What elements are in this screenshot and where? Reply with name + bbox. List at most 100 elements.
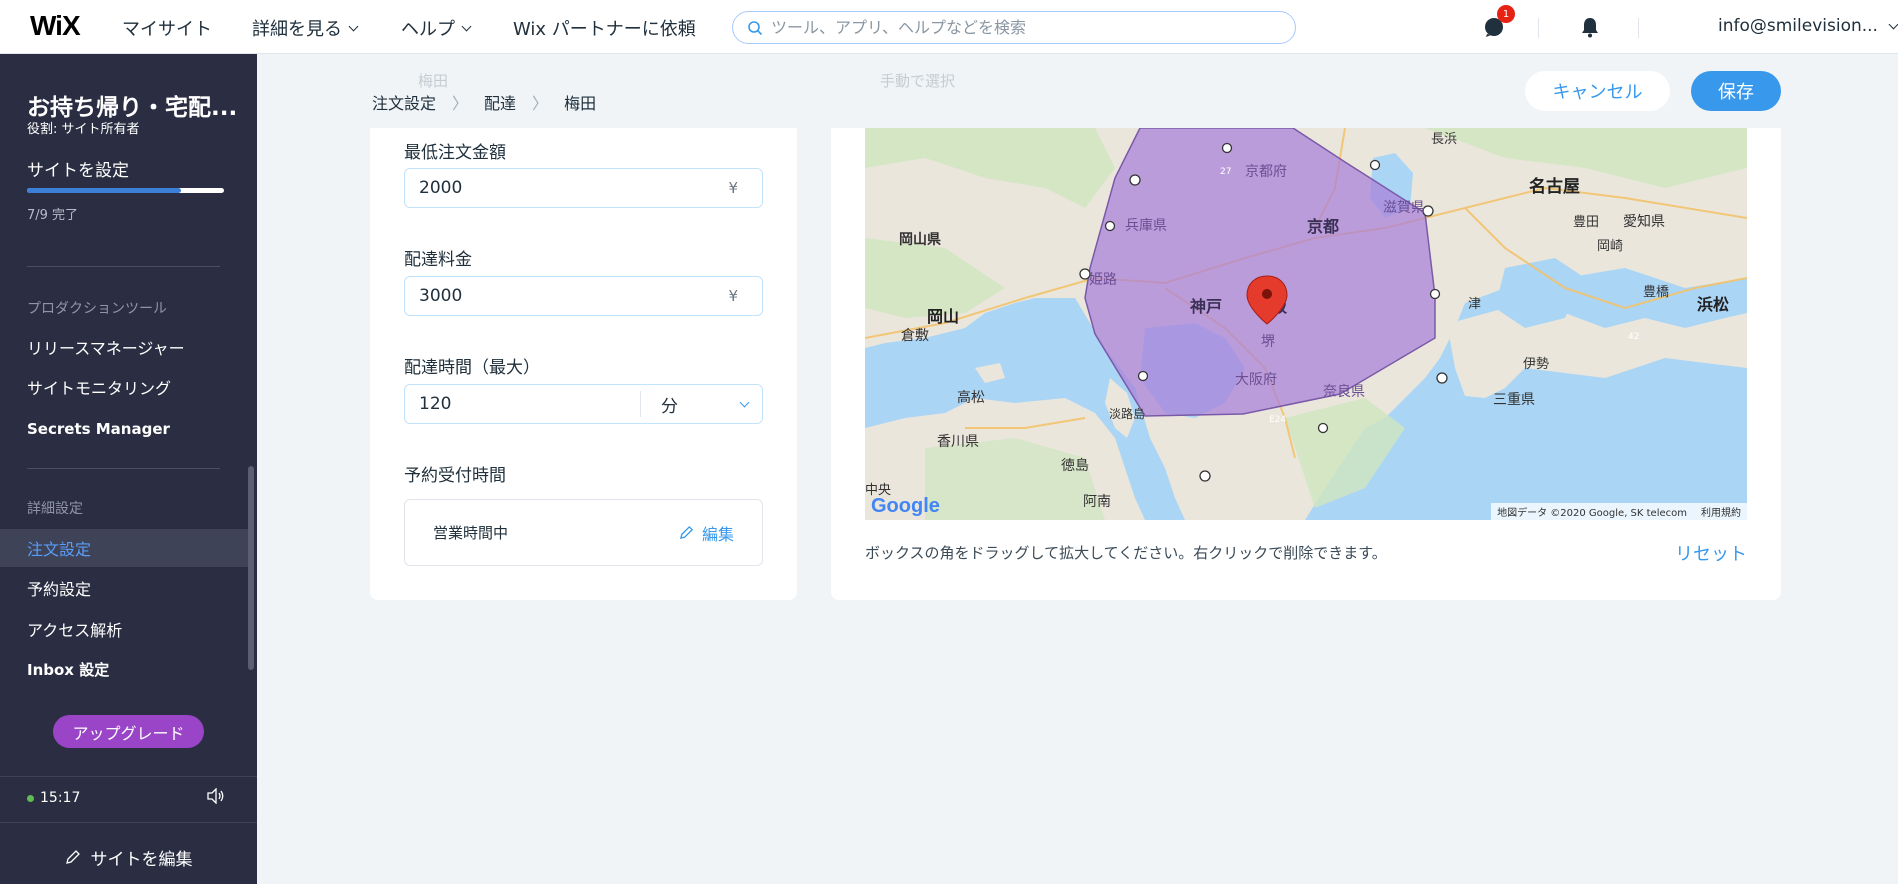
notifications-button[interactable] (1577, 14, 1603, 40)
map-label-tsu: 津 (1468, 297, 1481, 312)
sidebar-item-site-monitoring[interactable]: サイトモニタリング (0, 368, 250, 406)
pencil-icon (679, 525, 694, 540)
map-canvas: 京都府 兵庫県 京都 滋賀県 岡山県 岡山 倉敷 姫路 神戸 大阪 堺 大阪府 … (865, 128, 1747, 520)
map-terms-link[interactable]: 利用規約 (1701, 504, 1741, 519)
delivery-time-unit: 分 (661, 396, 678, 417)
delivery-fee-field[interactable]: 3000 ¥ (404, 276, 763, 316)
map-label-anan: 阿南 (1083, 494, 1111, 510)
delivery-time-input[interactable]: 120 (405, 391, 641, 417)
min-order-value: 2000 (419, 178, 463, 198)
polygon-vertex-handle (1436, 372, 1448, 384)
map-label-ise: 伊勢 (1523, 357, 1549, 372)
notification-badge: 1 (1497, 5, 1515, 23)
map-label-toyota: 豊田 (1573, 215, 1599, 230)
polygon-vertex-handle (1199, 470, 1211, 482)
updates-button[interactable]: 1 (1481, 5, 1515, 40)
delivery-time-unit-select[interactable]: 分 (641, 392, 762, 417)
setup-site-link[interactable]: サイトを設定 (27, 156, 129, 181)
map-hint-text: ボックスの角をドラッグして拡大してください。右クリックで削除できます。 (865, 544, 1387, 562)
edit-site-label: サイトを編集 (90, 849, 193, 870)
site-name[interactable]: お持ち帰り・宅配... (27, 88, 247, 122)
sidebar-item-reservation-settings[interactable]: 予約設定 (0, 569, 250, 607)
reset-button[interactable]: リセット (1675, 540, 1747, 566)
map-label-hamamatsu: 浜松 (1697, 295, 1729, 314)
map-label-himeji: 姫路 (1089, 272, 1117, 288)
setup-progress-bar (27, 188, 224, 193)
map-label-okazaki: 岡崎 (1597, 239, 1623, 254)
map-road-e24: E24 (1269, 415, 1286, 425)
sidebar: お持ち帰り・宅配... 役割: サイト所有者 サイトを設定 7/9 完了 プロダ… (0, 54, 257, 884)
sidebar-item-order-settings[interactable]: 注文設定 (0, 529, 250, 567)
sidebar-divider (0, 822, 257, 823)
sidebar-item-secrets-manager[interactable]: Secrets Manager (0, 410, 250, 448)
map-attribution: 地図データ ©2020 Google, SK telecom 利用規約 (1491, 503, 1747, 520)
map-label-kobe: 神戸 (1190, 297, 1222, 316)
polygon-vertex-handle (1317, 422, 1329, 434)
delivery-area-map[interactable]: 京都府 兵庫県 京都 滋賀県 岡山県 岡山 倉敷 姫路 神戸 大阪 堺 大阪府 … (865, 128, 1747, 520)
map-label-aichi: 愛知県 (1623, 213, 1665, 230)
map-road-42: 42 (1628, 332, 1639, 342)
chevron-down-icon (1888, 19, 1898, 29)
map-label-awaji: 淡路島 (1109, 406, 1145, 421)
map-label-nagahama: 長浜 (1431, 132, 1457, 147)
sidebar-divider (27, 266, 220, 267)
map-label-shiga: 滋賀県 (1383, 200, 1425, 216)
upgrade-button[interactable]: アップグレード (53, 715, 204, 748)
search-input[interactable] (771, 18, 1271, 37)
min-order-field[interactable]: 2000 ¥ (404, 168, 763, 208)
delivery-area-card: 京都府 兵庫県 京都 滋賀県 岡山県 岡山 倉敷 姫路 神戸 大阪 堺 大阪府 … (831, 128, 1781, 600)
speaker-icon[interactable] (206, 787, 226, 808)
delivery-time-value: 120 (419, 394, 452, 414)
nav-explore[interactable]: 詳細を見る (252, 15, 359, 41)
breadcrumb: 注文設定 〉 配達 〉 梅田 (372, 90, 596, 114)
cancel-button[interactable]: キャンセル (1525, 71, 1670, 111)
nav-label: Wix パートナーに依頼 (513, 19, 696, 40)
search-icon (748, 20, 763, 35)
account-menu[interactable]: info@smilevision... (1718, 16, 1898, 36)
chevron-right-icon: 〉 (532, 94, 549, 113)
edit-label: 編集 (701, 524, 734, 544)
ghost-area-name: 梅田 (418, 72, 449, 90)
nav-my-sites[interactable]: マイサイト (122, 15, 212, 41)
sidebar-item-inbox-settings[interactable]: Inbox 設定 (0, 650, 250, 688)
polygon-vertex-handle (1129, 174, 1141, 186)
site-role: 役割: サイト所有者 (27, 122, 140, 137)
breadcrumb-order-settings[interactable]: 注文設定 (372, 90, 436, 114)
chevron-right-icon: 〉 (452, 94, 469, 113)
map-label-mie: 三重県 (1493, 392, 1535, 408)
edit-site-button[interactable]: サイトを編集 (0, 830, 257, 884)
map-label-nara: 奈良県 (1323, 384, 1365, 400)
chevron-down-icon (461, 21, 472, 31)
map-label-kyoto-pref: 京都府 (1245, 164, 1287, 180)
nav-label: マイサイト (122, 19, 212, 40)
map-label-okayama-pref: 岡山県 (899, 232, 941, 248)
delivery-time-label: 配達時間（最大） (404, 358, 540, 378)
map-road-27: 27 (1220, 167, 1231, 177)
currency-symbol: ¥ (728, 287, 738, 305)
map-label-kagawa: 香川県 (937, 434, 979, 450)
map-attribution-text: 地図データ ©2020 Google, SK telecom (1497, 508, 1687, 519)
save-button[interactable]: 保存 (1691, 71, 1781, 111)
wix-logo[interactable]: WiX (30, 10, 81, 42)
divider (1538, 18, 1539, 38)
breadcrumb-current: 梅田 (564, 94, 597, 113)
polygon-vertex-handle (1104, 220, 1116, 232)
search-box[interactable] (732, 11, 1296, 44)
currency-symbol: ¥ (728, 179, 738, 197)
breadcrumb-delivery[interactable]: 配達 (484, 90, 516, 114)
delivery-fee-value: 3000 (419, 286, 463, 306)
sidebar-item-analytics[interactable]: アクセス解析 (0, 610, 250, 648)
sidebar-scrollbar[interactable] (248, 466, 254, 670)
map-label-toyohashi: 豊橋 (1643, 285, 1669, 300)
sidebar-item-release-manager[interactable]: リリースマネージャー (0, 328, 250, 366)
edit-hours-link[interactable]: 編集 (679, 521, 734, 545)
nav-help[interactable]: ヘルプ (401, 15, 472, 41)
reservation-hours-label: 予約受付時間 (404, 466, 506, 486)
delivery-settings-card: 最低注文金額 2000 ¥ 配達料金 3000 ¥ 配達時間（最大） 120 分… (370, 128, 797, 600)
map-label-nagoya: 名古屋 (1529, 176, 1580, 197)
sidebar-section-production: プロダクションツール (27, 301, 167, 317)
nav-hire-partner[interactable]: Wix パートナーに依頼 (513, 15, 696, 41)
chevron-down-icon (348, 21, 359, 31)
pencil-icon (65, 850, 80, 864)
status-clock: 15:17 (27, 790, 80, 806)
